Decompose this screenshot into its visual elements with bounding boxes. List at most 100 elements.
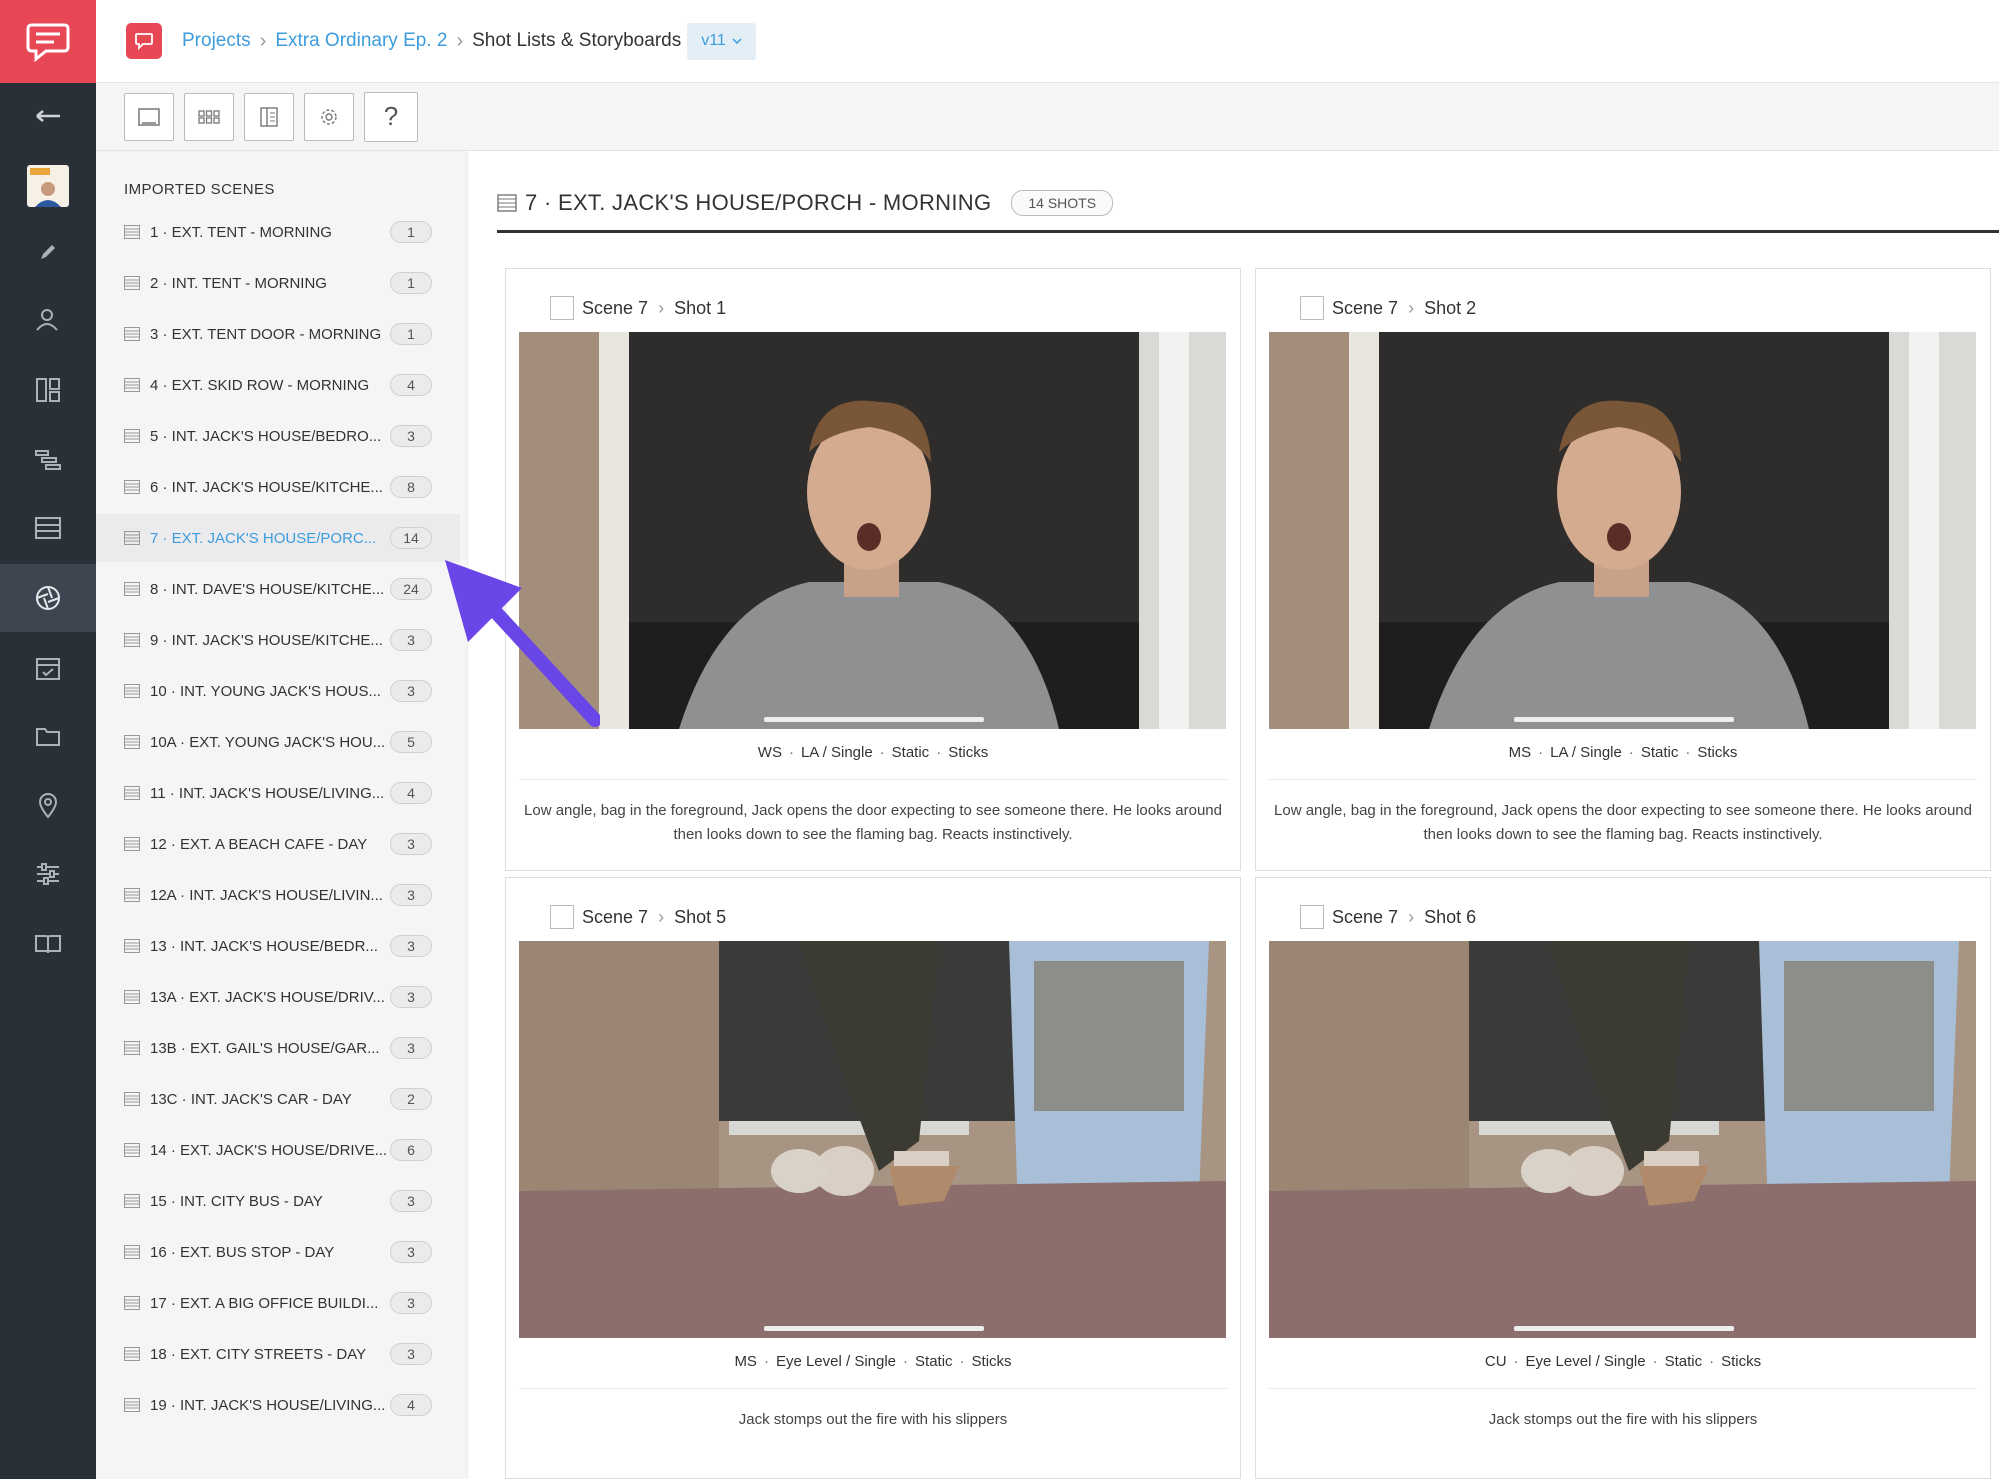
scene-item-label: 16 · EXT. BUS STOP - DAY — [150, 1243, 335, 1261]
scene-list-icon — [124, 735, 140, 749]
shot-select-checkbox[interactable] — [1300, 296, 1324, 320]
shot-storyboard-image[interactable] — [519, 941, 1226, 1338]
scene-list-icon — [124, 684, 140, 698]
scene-item[interactable]: 10A · EXT. YOUNG JACK'S HOU... 5 — [96, 718, 460, 766]
shot-description: Low angle, bag in the foreground, Jack o… — [524, 802, 1222, 843]
folder-icon[interactable] — [0, 702, 96, 770]
scene-item-label: 17 · EXT. A BIG OFFICE BUILDI... — [150, 1294, 379, 1312]
scene-item-label: 18 · EXT. CITY STREETS - DAY — [150, 1345, 367, 1363]
stripboard-icon[interactable] — [0, 426, 96, 494]
scene-item[interactable]: 13 · INT. JACK'S HOUSE/BEDR... 3 — [96, 922, 460, 970]
scene-item-label: 5 · INT. JACK'S HOUSE/BEDRO... — [150, 427, 382, 445]
scene-item[interactable]: 10 · INT. YOUNG JACK'S HOUS... 3 — [96, 667, 460, 715]
scene-list-icon — [124, 480, 140, 494]
split-view-button[interactable] — [244, 92, 294, 141]
scene-item[interactable]: 17 · EXT. A BIG OFFICE BUILDI... 3 — [96, 1279, 460, 1327]
scene-list-icon — [124, 429, 140, 443]
calendar-icon[interactable] — [0, 634, 96, 702]
pencil-icon[interactable] — [0, 218, 96, 286]
shot-card[interactable]: Scene 7 › Shot 1 WS · LA / Single · Static · Stic… — [505, 268, 1241, 871]
help-button[interactable]: ? — [364, 91, 418, 142]
scene-item[interactable]: 19 · INT. JACK'S HOUSE/LIVING... 4 — [96, 1381, 460, 1429]
scene-item[interactable]: 7 · EXT. JACK'S HOUSE/PORC... 14 — [96, 514, 460, 562]
breadcrumb-projects[interactable]: Projects — [182, 30, 251, 52]
shot-card[interactable]: Scene 7 › Shot 6 CU · Eye Level / Single · Stat… — [1255, 877, 1991, 1479]
scene-list-icon — [124, 990, 140, 1004]
shot-angle: Eye Level / Single — [775, 1353, 897, 1370]
scene-list-icon — [124, 1041, 140, 1055]
version-dropdown[interactable]: v11 — [687, 22, 756, 60]
separator-dot: · — [1513, 1353, 1519, 1370]
scene-item[interactable]: 3 · EXT. TENT DOOR - MORNING 1 — [96, 310, 460, 358]
shot-specs: WS · LA / Single · Static · Sticks — [506, 744, 1240, 761]
scene-item[interactable]: 1 · EXT. TENT - MORNING 1 — [96, 208, 460, 256]
scene-item[interactable]: 13C · INT. JACK'S CAR - DAY 2 — [96, 1075, 460, 1123]
settings-button[interactable] — [304, 92, 354, 141]
shot-card[interactable]: Scene 7 › Shot 5 MS · Eye Level / Single · Stat… — [505, 877, 1241, 1479]
back-arrow-icon[interactable] — [0, 82, 96, 150]
shot-specs: CU · Eye Level / Single · Static · Sticks — [1256, 1353, 1990, 1370]
scene-item[interactable]: 6 · INT. JACK'S HOUSE/KITCHE... 8 — [96, 463, 460, 511]
scene-item[interactable]: 14 · EXT. JACK'S HOUSE/DRIVE... 6 — [96, 1126, 460, 1174]
sliders-icon[interactable] — [0, 840, 96, 908]
scene-item[interactable]: 5 · INT. JACK'S HOUSE/BEDRO... 3 — [96, 412, 460, 460]
scene-item[interactable]: 12 · EXT. A BEACH CAFE - DAY 3 — [96, 820, 460, 868]
scene-item-label: 6 · INT. JACK'S HOUSE/KITCHE... — [150, 478, 383, 496]
scene-item[interactable]: 16 · EXT. BUS STOP - DAY 3 — [96, 1228, 460, 1276]
project-icon[interactable] — [126, 23, 162, 59]
shot-select-checkbox[interactable] — [1300, 905, 1324, 929]
scene-list-icon — [124, 888, 140, 902]
shot-select-checkbox[interactable] — [550, 905, 574, 929]
scene-shot-count: 3 — [390, 884, 432, 906]
scene-item[interactable]: 4 · EXT. SKID ROW - MORNING 4 — [96, 361, 460, 409]
scenes-panel: IMPORTED SCENES 1 · EXT. TENT - MORNING 1… — [96, 151, 468, 1479]
separator-dot: · — [1709, 1353, 1715, 1370]
scene-list-icon — [124, 1092, 140, 1106]
shot-storyboard-image[interactable] — [519, 332, 1226, 729]
shot-movement: Static — [1640, 744, 1679, 761]
version-label: v11 — [701, 32, 726, 49]
location-pin-icon[interactable] — [0, 772, 96, 840]
scene-header: 7 · EXT. JACK'S HOUSE/PORCH - MORNING 14… — [497, 175, 1999, 233]
scene-item-label: 10 · INT. YOUNG JACK'S HOUS... — [150, 682, 381, 700]
shot-storyboard-image[interactable] — [1269, 941, 1976, 1338]
scene-item[interactable]: 9 · INT. JACK'S HOUSE/KITCHE... 3 — [96, 616, 460, 664]
scene-item[interactable]: 13B · EXT. GAIL'S HOUSE/GAR... 3 — [96, 1024, 460, 1072]
scene-item[interactable]: 8 · INT. DAVE'S HOUSE/KITCHE... 24 — [96, 565, 460, 613]
grid-view-button[interactable] — [184, 92, 234, 141]
scene-list-icon — [124, 225, 140, 239]
scene-item-label: 12A · INT. JACK'S HOUSE/LIVIN... — [150, 886, 383, 904]
scene-item[interactable]: 12A · INT. JACK'S HOUSE/LIVIN... 3 — [96, 871, 460, 919]
scene-shot-count: 4 — [390, 374, 432, 396]
shot-card[interactable]: Scene 7 › Shot 2 MS · LA / Single · Static · Stic… — [1255, 268, 1991, 871]
scene-item-label: 10A · EXT. YOUNG JACK'S HOU... — [150, 733, 386, 751]
shot-select-checkbox[interactable] — [550, 296, 574, 320]
scene-item-label: 9 · INT. JACK'S HOUSE/KITCHE... — [150, 631, 383, 649]
people-icon[interactable] — [0, 286, 96, 354]
scene-item[interactable]: 15 · INT. CITY BUS - DAY 3 — [96, 1177, 460, 1225]
scene-shot-count: 4 — [390, 1394, 432, 1416]
scene-list-icon — [124, 1398, 140, 1412]
book-icon[interactable] — [0, 910, 96, 978]
scene-shot-count: 3 — [390, 680, 432, 702]
scene-shot-count: 1 — [390, 323, 432, 345]
project-thumbnail[interactable] — [0, 152, 96, 220]
aperture-icon[interactable] — [0, 564, 96, 632]
app-logo[interactable] — [0, 0, 96, 83]
annotation-arrow-icon — [445, 560, 600, 727]
scene-item[interactable]: 13A · EXT. JACK'S HOUSE/DRIV... 3 — [96, 973, 460, 1021]
frame-view-button[interactable] — [124, 92, 174, 141]
scene-item-label: 13B · EXT. GAIL'S HOUSE/GAR... — [150, 1039, 380, 1057]
scene-item[interactable]: 2 · INT. TENT - MORNING 1 — [96, 259, 460, 307]
scene-item-label: 13C · INT. JACK'S CAR - DAY — [150, 1090, 352, 1108]
breadcrumb-project[interactable]: Extra Ordinary Ep. 2 — [275, 30, 447, 52]
storyboard-icon[interactable] — [0, 356, 96, 424]
shotlist-icon[interactable] — [0, 494, 96, 562]
scene-item[interactable]: 18 · EXT. CITY STREETS - DAY 3 — [96, 1330, 460, 1378]
shot-storyboard-image[interactable] — [1269, 332, 1976, 729]
shot-number-label: Shot 6 — [1424, 906, 1477, 927]
app-nav-rail — [0, 0, 96, 1479]
scene-shot-count: 3 — [390, 833, 432, 855]
scene-item[interactable]: 11 · INT. JACK'S HOUSE/LIVING... 4 — [96, 769, 460, 817]
scene-shot-count: 3 — [390, 629, 432, 651]
